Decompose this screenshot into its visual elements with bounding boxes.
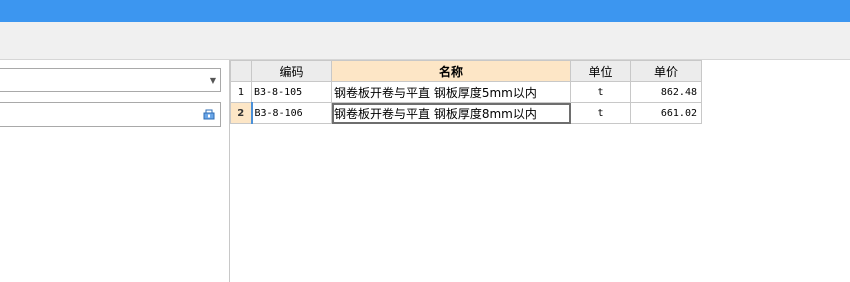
- column-header-name[interactable]: 名称: [331, 60, 571, 82]
- row-number[interactable]: 2: [230, 102, 252, 124]
- corner-header[interactable]: [230, 60, 252, 82]
- price-cell[interactable]: 661.02: [630, 102, 702, 124]
- unit-cell[interactable]: t: [570, 102, 631, 124]
- table-row[interactable]: 2 B3-8-106 钢卷板开卷与平直 钢板厚度8mm以内 t 661.02: [230, 102, 702, 124]
- basket-search-icon[interactable]: [203, 108, 215, 120]
- name-cell[interactable]: 钢卷板开卷与平直 钢板厚度5mm以内: [331, 81, 571, 103]
- left-panel: ▼: [0, 60, 230, 282]
- code-cell[interactable]: B3-8-106: [250, 102, 332, 124]
- name-cell[interactable]: 钢卷板开卷与平直 钢板厚度8mm以内: [331, 102, 571, 124]
- column-header-code[interactable]: 编码: [251, 60, 332, 82]
- dropdown-arrow-icon[interactable]: ▼: [210, 76, 216, 86]
- title-bar: [0, 0, 850, 22]
- unit-cell[interactable]: t: [570, 81, 631, 103]
- quota-table: 编码 名称 单位 单价 1 B3-8-105 钢卷板开卷与平直 钢板厚度5mm以…: [230, 60, 702, 124]
- column-header-price[interactable]: 单价: [630, 60, 702, 82]
- price-cell[interactable]: 862.48: [630, 81, 702, 103]
- code-cell[interactable]: B3-8-105: [251, 81, 332, 103]
- category-dropdown[interactable]: ▼: [0, 68, 221, 92]
- table-header-row: 编码 名称 单位 单价: [230, 60, 702, 82]
- search-input[interactable]: [0, 102, 221, 127]
- toolbar: [0, 22, 850, 60]
- column-header-unit[interactable]: 单位: [570, 60, 631, 82]
- table-row[interactable]: 1 B3-8-105 钢卷板开卷与平直 钢板厚度5mm以内 t 862.48: [230, 81, 702, 103]
- row-number[interactable]: 1: [230, 81, 252, 103]
